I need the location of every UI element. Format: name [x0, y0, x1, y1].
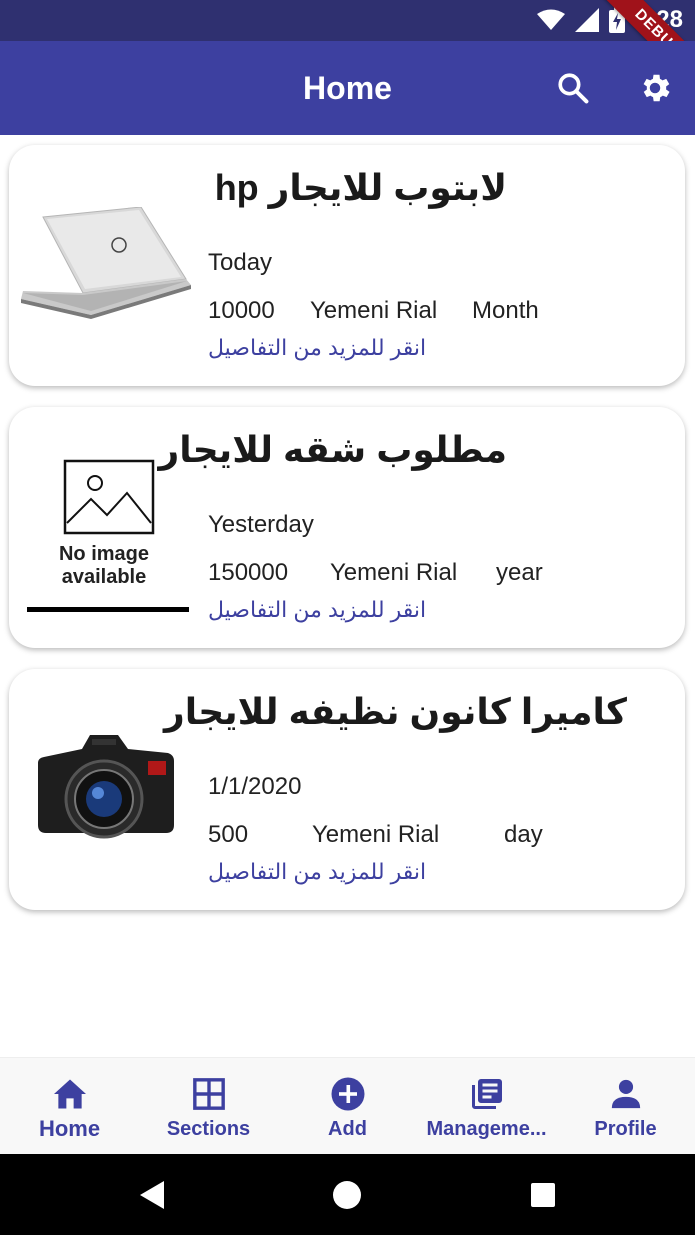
back-icon [140, 1181, 164, 1209]
listing-image-laptop [21, 197, 191, 329]
listing-price: 10000 [208, 297, 275, 324]
wifi-icon [536, 9, 565, 30]
listing-card[interactable]: No image available مطلوب شقه للايجار Yes… [9, 407, 685, 648]
camera-image [38, 735, 174, 839]
recents-button[interactable] [526, 1178, 560, 1212]
listing-period: year [496, 559, 543, 586]
more-details-link[interactable]: انقر للمزيد من التفاصيل [208, 597, 426, 623]
more-details-link[interactable]: انقر للمزيد من التفاصيل [208, 335, 426, 361]
nav-label: Add [328, 1118, 367, 1140]
laptop-image [21, 207, 191, 319]
settings-button[interactable] [635, 68, 675, 108]
grid-icon [192, 1078, 225, 1110]
listing-date: 1/1/2020 [208, 773, 302, 800]
nav-item-sections[interactable]: Sections [139, 1058, 278, 1155]
list-icon [471, 1079, 502, 1109]
nav-item-profile[interactable]: Profile [556, 1058, 695, 1155]
app-bar: Home [0, 41, 695, 135]
home-icon [53, 1079, 86, 1109]
no-image-text: No image available [58, 543, 150, 588]
person-icon [611, 1079, 640, 1109]
nav-label: Profile [594, 1118, 657, 1140]
bottom-navigation: Home Sections Add Manageme... Profile [0, 1057, 695, 1155]
listing-image-placeholder: No image available [21, 453, 191, 613]
listing-card[interactable]: كاميرا كانون نظيفه للايجار 1/1/2020 500 … [9, 669, 685, 910]
listing-title: لابتوب للايجار hp [214, 167, 507, 208]
nav-label: Sections [166, 1118, 251, 1140]
listing-date: Today [208, 249, 273, 276]
system-navigation-bar [0, 1154, 695, 1235]
listing-currency: Yemeni Rial [312, 821, 440, 848]
search-button[interactable] [553, 68, 593, 108]
more-details-link[interactable]: انقر للمزيد من التفاصيل [208, 859, 426, 885]
listing-period: Month [472, 297, 539, 324]
listing-image-camera [21, 721, 191, 853]
listing-currency: Yemeni Rial [310, 297, 438, 324]
square-icon [531, 1183, 555, 1207]
nav-label: Home [38, 1116, 101, 1141]
listing-price: 500 [208, 821, 249, 848]
listing-price: 150000 [208, 559, 289, 586]
listing-date: Yesterday [208, 511, 314, 538]
listing-title: مطلوب شقه للايجار [158, 429, 507, 470]
listing-title: كاميرا كانون نظيفه للايجار [163, 691, 627, 732]
gear-icon [643, 74, 670, 102]
status-bar: 2:28 [0, 0, 695, 41]
listing-currency: Yemeni Rial [330, 559, 458, 586]
home-system-button[interactable] [330, 1178, 364, 1212]
no-image-placeholder [27, 459, 189, 612]
signal-icon [574, 8, 599, 32]
listing-period: day [504, 821, 543, 848]
search-icon [558, 73, 589, 104]
nav-item-add[interactable]: Add [278, 1058, 417, 1155]
nav-label: Manageme... [426, 1118, 547, 1140]
back-button[interactable] [135, 1178, 169, 1212]
nav-item-management[interactable]: Manageme... [417, 1058, 556, 1155]
nav-item-home[interactable]: Home [0, 1058, 139, 1155]
listing-card[interactable]: لابتوب للايجار hp Today 10000 Yemeni Ria… [9, 145, 685, 386]
circle-icon [333, 1181, 361, 1209]
add-circle-icon [331, 1077, 364, 1111]
